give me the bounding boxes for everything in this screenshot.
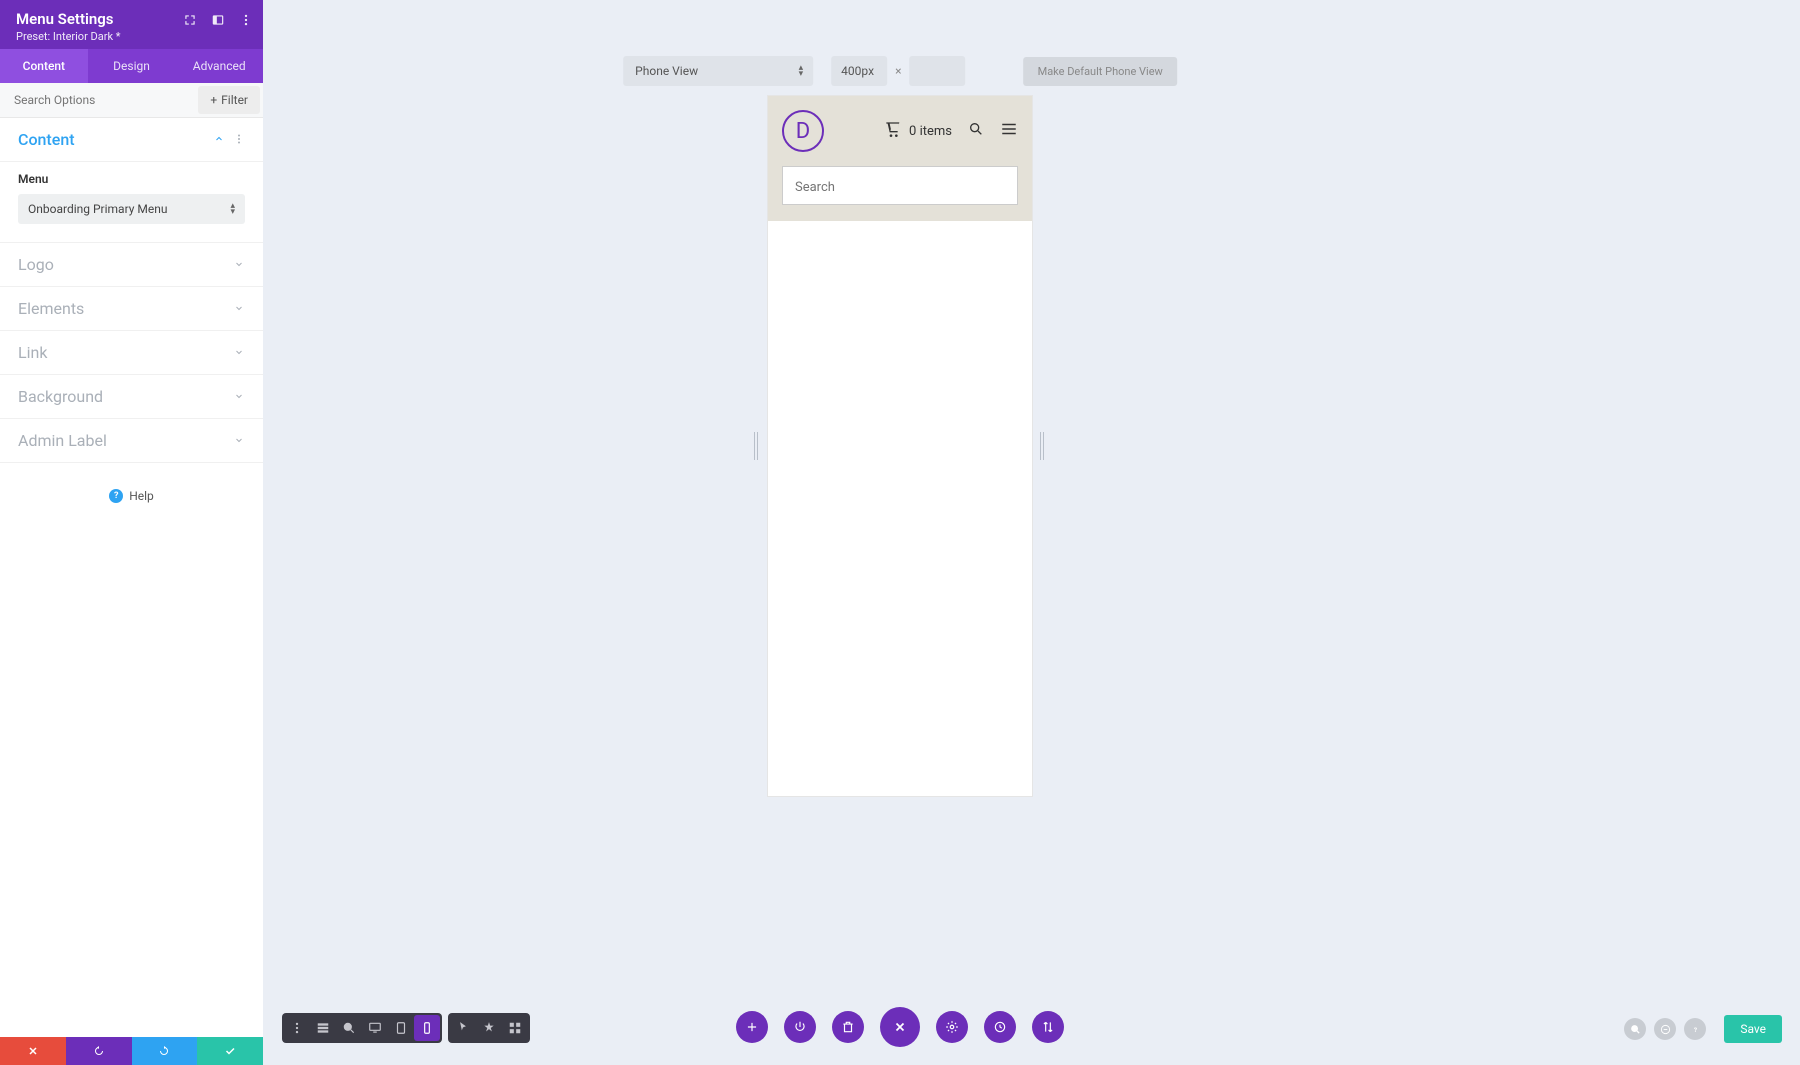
help-label: Help [129, 489, 154, 503]
bottom-right-actions: ? Save [1624, 1015, 1782, 1043]
make-default-button[interactable]: Make Default Phone View [1024, 57, 1177, 86]
br-search-button[interactable] [1624, 1018, 1646, 1040]
width-input[interactable] [831, 56, 887, 86]
grid-mode-button[interactable] [502, 1015, 528, 1041]
settings-button[interactable] [936, 1011, 968, 1043]
menu-field-label: Menu [18, 172, 245, 186]
tab-content[interactable]: Content [0, 49, 88, 83]
power-button[interactable] [784, 1011, 816, 1043]
redo-button[interactable] [132, 1037, 198, 1065]
chevron-down-icon [233, 387, 245, 406]
cancel-button[interactable] [0, 1037, 66, 1065]
expand-icon[interactable] [183, 12, 197, 26]
resize-handle-right[interactable] [1040, 432, 1046, 460]
search-icon[interactable] [968, 121, 984, 141]
phone-search-box[interactable] [782, 166, 1018, 205]
svg-text:?: ? [1694, 1025, 1697, 1033]
section-more-icon[interactable] [233, 130, 245, 149]
dimension-inputs: × [831, 56, 965, 86]
tablet-view-button[interactable] [388, 1015, 414, 1041]
chevron-up-icon [213, 130, 225, 149]
hamburger-icon[interactable] [1000, 120, 1018, 142]
content-section-body: Menu Onboarding Primary Menu ▴▾ [0, 162, 263, 243]
phone-search-input[interactable] [795, 180, 1005, 195]
filter-label: Filter [221, 93, 248, 107]
site-logo[interactable]: D [782, 110, 824, 152]
tab-advanced[interactable]: Advanced [175, 49, 263, 83]
tab-design[interactable]: Design [88, 49, 176, 83]
sidebar-footer [0, 1037, 263, 1065]
resize-handle-left[interactable] [754, 432, 760, 460]
select-chevron-icon: ▴▾ [230, 203, 235, 215]
view-mode-select[interactable]: Phone View ▴▾ [623, 56, 813, 86]
section-admin-label[interactable]: Admin Label [0, 419, 263, 463]
section-link-title: Link [18, 343, 47, 362]
page-actions [736, 1007, 1064, 1047]
toolbar-menu-button[interactable] [284, 1015, 310, 1041]
section-link[interactable]: Link [0, 331, 263, 375]
search-row: + Filter [0, 83, 263, 118]
settings-sidebar: Menu Settings Preset: Interior Dark * Co… [0, 0, 263, 1065]
wireframe-view-button[interactable] [310, 1015, 336, 1041]
history-button[interactable] [984, 1011, 1016, 1043]
section-background-title: Background [18, 387, 103, 406]
viewport-controls: Phone View ▴▾ × Make Default Phone View [623, 56, 1177, 86]
br-settings-button[interactable] [1654, 1018, 1676, 1040]
undo-button[interactable] [66, 1037, 132, 1065]
section-admin-label-title: Admin Label [18, 431, 107, 450]
confirm-button[interactable] [197, 1037, 263, 1065]
settings-tabs: Content Design Advanced [0, 49, 263, 83]
section-elements-title: Elements [18, 299, 84, 318]
sort-button[interactable] [1032, 1011, 1064, 1043]
br-help-button[interactable]: ? [1684, 1018, 1706, 1040]
cart-icon [885, 121, 901, 141]
toolbar-group-1 [282, 1013, 442, 1043]
section-logo-title: Logo [18, 255, 54, 274]
height-input[interactable] [910, 56, 966, 86]
menu-select-value: Onboarding Primary Menu [28, 202, 168, 216]
phone-menu-module: D 0 items [768, 96, 1032, 221]
zoom-button[interactable] [336, 1015, 362, 1041]
sidebar-header: Menu Settings Preset: Interior Dark * [0, 0, 263, 49]
cart-text: 0 items [909, 124, 952, 139]
chevron-down-icon [233, 299, 245, 318]
delete-button[interactable] [832, 1011, 864, 1043]
click-mode-button[interactable] [450, 1015, 476, 1041]
chevron-down-icon [233, 343, 245, 362]
save-button[interactable]: Save [1724, 1015, 1782, 1043]
chevron-down-icon [233, 431, 245, 450]
dimension-separator: × [887, 64, 909, 78]
builder-toolbar [282, 1013, 530, 1043]
dock-icon[interactable] [211, 12, 225, 26]
section-content[interactable]: Content [0, 118, 263, 162]
select-chevron-icon: ▴▾ [799, 65, 804, 77]
menu-select[interactable]: Onboarding Primary Menu ▴▾ [18, 194, 245, 224]
section-background[interactable]: Background [0, 375, 263, 419]
hover-mode-button[interactable] [476, 1015, 502, 1041]
section-logo[interactable]: Logo [0, 243, 263, 287]
add-button[interactable] [736, 1011, 768, 1043]
close-builder-button[interactable] [880, 1007, 920, 1047]
phone-preview: D 0 items [768, 96, 1032, 796]
help-icon: ? [109, 489, 123, 503]
toolbar-group-2 [448, 1013, 530, 1043]
chevron-down-icon [233, 255, 245, 274]
preset-label[interactable]: Preset: Interior Dark * [16, 30, 247, 43]
plus-icon: + [210, 93, 217, 107]
view-mode-value: Phone View [635, 64, 698, 78]
desktop-view-button[interactable] [362, 1015, 388, 1041]
section-content-title: Content [18, 130, 75, 149]
search-options-input[interactable] [0, 84, 195, 116]
filter-button[interactable]: + Filter [198, 86, 260, 114]
help-link[interactable]: ? Help [109, 489, 154, 503]
more-icon[interactable] [239, 12, 253, 26]
cart-link[interactable]: 0 items [885, 121, 952, 141]
logo-letter: D [796, 119, 810, 144]
phone-view-button[interactable] [414, 1015, 440, 1041]
section-elements[interactable]: Elements [0, 287, 263, 331]
